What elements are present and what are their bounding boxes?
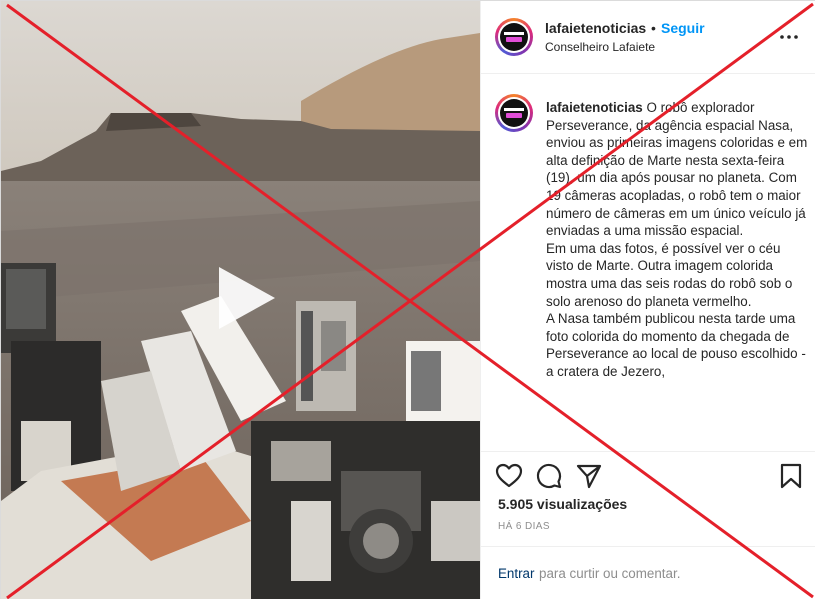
comment-bar: Entrar para curtir ou comentar.: [481, 546, 815, 599]
profile-avatar[interactable]: [495, 18, 533, 56]
post-header: lafaietenoticias • Seguir Conselheiro La…: [481, 1, 815, 74]
lafaiete-logo-icon: [500, 23, 528, 51]
action-bar: 5.905 visualizações HÁ 6 DIAS: [481, 451, 815, 546]
separator-dot: •: [651, 20, 656, 36]
login-link[interactable]: Entrar: [498, 566, 534, 581]
instagram-post: lafaietenoticias • Seguir Conselheiro La…: [0, 0, 815, 599]
follow-button[interactable]: Seguir: [661, 20, 705, 36]
comment-prompt: para curtir ou comentar.: [539, 566, 681, 581]
comment-icon[interactable]: [535, 462, 563, 490]
caption-paragraph-1: O robô explorador Perseverance, da agênc…: [546, 100, 808, 239]
caption-paragraph-3: A Nasa também publicou nesta tarde uma f…: [546, 311, 806, 379]
caption-avatar[interactable]: [495, 94, 533, 132]
username-link[interactable]: lafaietenoticias: [545, 20, 646, 36]
caption-text: lafaietenoticias O robô explorador Perse…: [546, 99, 808, 381]
post-side-panel: lafaietenoticias • Seguir Conselheiro La…: [480, 1, 815, 599]
more-horizontal-icon[interactable]: [779, 30, 799, 44]
share-icon[interactable]: [575, 462, 603, 490]
view-count[interactable]: 5.905 visualizações: [498, 496, 627, 512]
post-timestamp[interactable]: HÁ 6 DIAS: [498, 521, 550, 532]
lafaiete-logo-icon: [500, 99, 528, 127]
caption-area: lafaietenoticias O robô explorador Perse…: [481, 74, 815, 451]
location-link[interactable]: Conselheiro Lafaiete: [545, 40, 655, 54]
play-icon[interactable]: [213, 263, 279, 333]
caption-username-link[interactable]: lafaietenoticias: [546, 100, 643, 115]
caption-paragraph-2: Em uma das fotos, é possível ver o céu v…: [546, 240, 793, 309]
bookmark-icon[interactable]: [777, 462, 805, 490]
heart-icon[interactable]: [495, 462, 523, 490]
post-video[interactable]: [1, 1, 480, 599]
